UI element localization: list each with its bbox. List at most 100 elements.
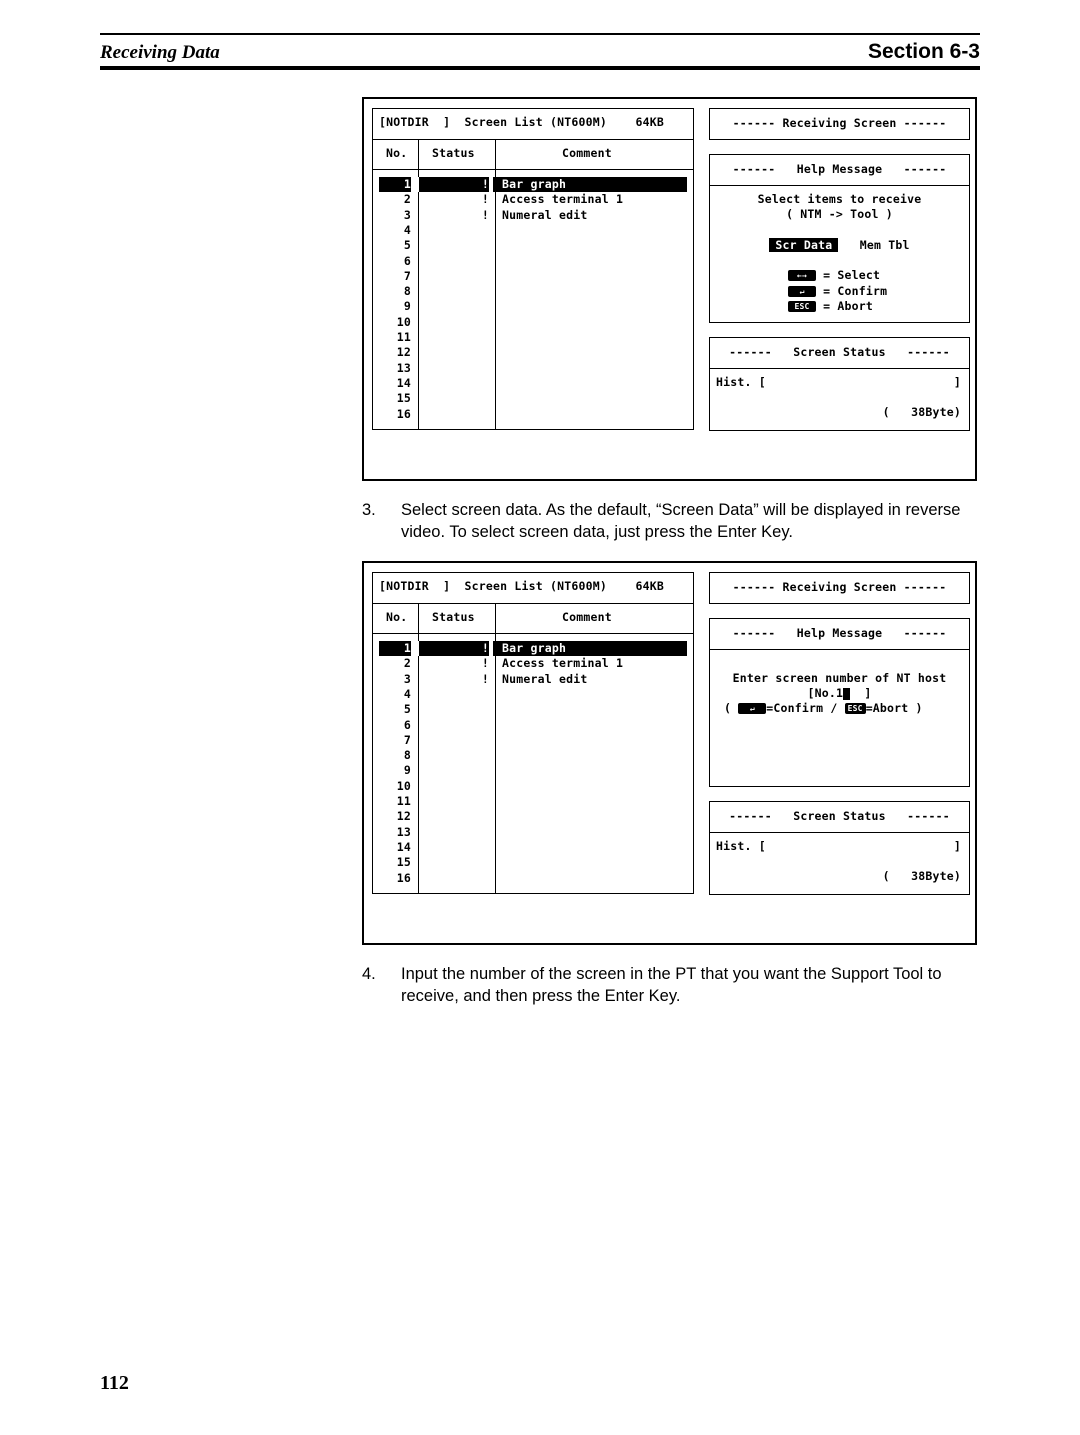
row-number: 3 — [403, 671, 411, 686]
header-rule — [100, 66, 980, 70]
divider — [710, 185, 969, 186]
option-mem-tbl[interactable]: Mem Tbl — [860, 238, 910, 252]
row-comment: Numeral edit — [502, 207, 588, 222]
help-message-title: ------ Help Message ------ — [732, 162, 947, 176]
row-number: 1 — [403, 177, 411, 191]
screen-number-input[interactable]: [No.1 ] — [710, 686, 969, 700]
screen-list-row[interactable]: 7 — [379, 269, 687, 284]
screen-list-row[interactable]: 1! Bar graph — [379, 177, 687, 192]
screen-list-row[interactable]: 13 — [379, 825, 687, 840]
screen-list-row[interactable]: 7 — [379, 733, 687, 748]
screen-list-row[interactable]: 9 — [379, 763, 687, 778]
history-end: ] — [953, 375, 961, 389]
screen-list-row[interactable]: 14 — [379, 376, 687, 391]
row-number: 9 — [403, 763, 411, 778]
row-comment: Access terminal 1 — [502, 656, 624, 671]
column-header-comment: Comment — [562, 146, 612, 160]
row-number: 6 — [403, 253, 411, 268]
option-scr-data[interactable]: Scr Data — [769, 238, 839, 252]
row-number: 3 — [403, 207, 411, 222]
screen-list-panel: [NOTDIR ] Screen List (NT600M) 64KB No. St… — [372, 572, 694, 894]
screen-status-panel: ------ Screen Status ------ Hist. [] ( 38B… — [709, 801, 970, 895]
screen-list-row[interactable]: 4 — [379, 687, 687, 702]
key-legend-row: ESC = Abort — [788, 299, 873, 313]
row-number: 9 — [403, 299, 411, 314]
row-number: 11 — [396, 794, 411, 808]
esc-key-icon: ESC — [788, 301, 816, 312]
screen-list-row[interactable]: 5 — [379, 238, 687, 253]
divider — [373, 603, 693, 604]
column-header-status: Status — [432, 610, 475, 624]
row-number: 16 — [396, 406, 411, 421]
screen-list-row[interactable]: 4 — [379, 223, 687, 238]
divider — [373, 169, 693, 170]
row-number: 13 — [396, 824, 411, 839]
screen-list-row[interactable]: 6 — [379, 718, 687, 733]
input-suffix: ] — [850, 686, 872, 700]
screen-list-row[interactable]: 15 — [379, 855, 687, 870]
history-label: Hist. [ — [716, 839, 766, 853]
manual-page: Receiving Data Section 6-3 [NOTDIR ] Scr… — [0, 0, 1080, 1435]
enter-key-icon: ↵ — [738, 703, 767, 714]
paren: ( — [724, 701, 732, 715]
screen-size: ( 38Byte) — [882, 869, 961, 883]
header-rule — [100, 33, 980, 35]
screen-list-row[interactable]: 10 — [379, 315, 687, 330]
screen-list-row[interactable]: 13 — [379, 361, 687, 376]
help-message-title: ------ Help Message ------ — [732, 626, 947, 640]
screen-list-row[interactable]: 16 — [379, 407, 687, 422]
screen-list-row[interactable]: 2! Access terminal 1 — [379, 656, 687, 671]
screen-list-row[interactable]: 11 — [379, 794, 687, 809]
screen-status-panel: ------ Screen Status ------ Hist. [] ( 38B… — [709, 337, 970, 431]
cell-gap — [411, 641, 419, 656]
row-comment: Bar graph — [502, 641, 567, 655]
screen-list-row[interactable]: 5 — [379, 702, 687, 717]
screen-list-row[interactable]: 12 — [379, 345, 687, 360]
row-comment: Bar graph — [502, 177, 567, 191]
key-legend-row: ( ↵ =Confirm / ESC =Abort ) — [724, 701, 923, 715]
receiving-screen-panel: ------ Receiving Screen ------ — [709, 572, 970, 604]
row-number: 14 — [396, 839, 411, 854]
screen-list-row[interactable]: 8 — [379, 748, 687, 763]
esc-key-icon: ESC — [844, 703, 866, 714]
screen-list-row[interactable]: 6 — [379, 254, 687, 269]
screen-list-row[interactable]: 9 — [379, 299, 687, 314]
column-header-status: Status — [432, 146, 475, 160]
step-number: 3. — [362, 501, 376, 519]
row-number: 7 — [403, 732, 411, 747]
column-header-no: No. — [386, 146, 408, 160]
section-title: Receiving Data — [100, 42, 220, 63]
screenshot-frame: [NOTDIR ] Screen List (NT600M) 64KB No. St… — [362, 97, 977, 481]
row-number: 7 — [403, 268, 411, 283]
screen-list-row[interactable]: 3! Numeral edit — [379, 672, 687, 687]
help-line: Select items to receive — [757, 192, 922, 206]
screen-list-row[interactable]: 8 — [379, 284, 687, 299]
row-comment: Numeral edit — [502, 671, 588, 686]
screen-list-title: [NOTDIR ] Screen List (NT600M) 64KB — [379, 579, 664, 593]
screen-list-row[interactable]: 16 — [379, 871, 687, 886]
section-number: Section 6-3 — [867, 40, 980, 63]
divider — [373, 633, 693, 634]
screen-list-row[interactable]: 2! Access terminal 1 — [379, 192, 687, 207]
screen-list-row[interactable]: 15 — [379, 391, 687, 406]
receiving-screen-title: ------ Receiving Screen ------ — [732, 116, 947, 130]
row-number: 12 — [396, 809, 411, 824]
screen-list-row[interactable]: 10 — [379, 779, 687, 794]
row-number: 1 — [403, 641, 411, 655]
row-status: ! — [481, 192, 489, 207]
arrow-keys-icon: ←→ — [788, 270, 816, 281]
screen-list-row[interactable]: 12 — [379, 809, 687, 824]
screen-list-row[interactable]: 14 — [379, 840, 687, 855]
screen-list-row[interactable]: 1! Bar graph — [379, 641, 687, 656]
key-label: = Confirm — [823, 283, 888, 298]
row-number: 5 — [403, 702, 411, 717]
row-number: 10 — [396, 314, 411, 329]
enter-key-icon: ↵ — [788, 285, 816, 297]
step-text: Select screen data. As the default, “Scr… — [401, 501, 961, 541]
row-number: 8 — [403, 748, 411, 763]
screen-list-row[interactable]: 11 — [379, 330, 687, 345]
row-number: 13 — [396, 360, 411, 375]
row-comment: Access terminal 1 — [502, 192, 624, 207]
step-number: 4. — [362, 965, 376, 983]
screen-list-row[interactable]: 3! Numeral edit — [379, 208, 687, 223]
